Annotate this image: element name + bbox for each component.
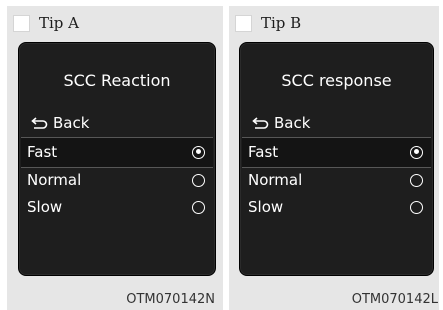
back-arrow-icon [31,117,48,129]
scc-screen: SCC response Back Fast Normal Slow [239,42,434,276]
option-normal[interactable]: Normal [240,168,433,192]
option-label: Normal [27,171,82,189]
option-label: Slow [27,198,63,216]
tip-label: Tip B [261,14,302,32]
radio-selected-icon[interactable] [192,145,205,159]
back-button[interactable]: Back [252,114,310,132]
radio-selected-icon[interactable] [410,145,423,159]
back-button[interactable]: Back [31,114,89,132]
option-label: Normal [248,171,303,189]
option-normal[interactable]: Normal [19,168,215,192]
option-slow[interactable]: Slow [240,195,433,219]
radio-unselected-icon[interactable] [192,173,205,187]
option-fast[interactable]: Fast [19,140,215,164]
screen-title: SCC response [281,71,392,90]
screen-title: SCC Reaction [63,71,171,90]
option-label: Fast [27,143,58,161]
tip-a-panel: Tip A SCC Reaction Back Fast Normal Slow… [7,6,223,310]
option-label: Fast [248,143,279,161]
option-fast[interactable]: Fast [240,140,433,164]
tip-square-icon [13,14,30,32]
radio-unselected-icon[interactable] [192,200,205,214]
tip-header: Tip A [13,14,79,32]
option-slow[interactable]: Slow [19,195,215,219]
tip-label: Tip A [39,14,80,32]
scc-screen: SCC Reaction Back Fast Normal Slow [18,42,216,276]
back-label: Back [53,114,90,132]
radio-unselected-icon[interactable] [410,200,423,214]
back-label: Back [274,114,311,132]
tip-header: Tip B [235,14,301,32]
back-arrow-icon [252,117,269,129]
figure-code: OTM070142L [351,292,438,307]
tip-b-panel: Tip B SCC response Back Fast Normal Slow… [229,6,439,310]
radio-unselected-icon[interactable] [410,173,423,187]
tip-square-icon [235,14,252,32]
option-label: Slow [248,198,284,216]
figure-code: OTM070142N [126,292,215,307]
